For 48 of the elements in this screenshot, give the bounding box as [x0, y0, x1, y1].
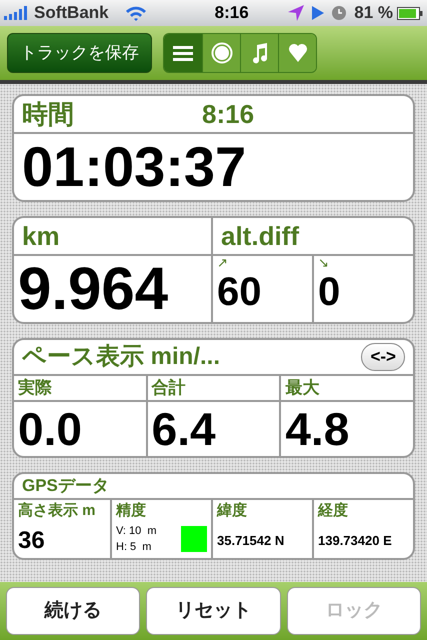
- vertical-accuracy: V: 10 m: [116, 524, 158, 538]
- record-icon: [210, 42, 232, 64]
- pace-label: 合計: [152, 377, 186, 400]
- gps-title: GPSデータ: [22, 475, 109, 498]
- latitude-value: 35.71542 N: [217, 532, 286, 550]
- segment-tab[interactable]: [278, 34, 316, 72]
- elapsed-time: 01:03:37: [21, 134, 248, 200]
- descent-arrow: ↘: [318, 256, 330, 270]
- music-note-icon: [250, 42, 268, 64]
- time-label: 時間: [22, 98, 75, 130]
- segment-tab[interactable]: [240, 34, 278, 72]
- battery-icon: [397, 6, 423, 20]
- pace-title: ペース表示 min/...: [22, 342, 222, 372]
- segment-tab[interactable]: [202, 34, 240, 72]
- latitude-label: 緯度: [217, 501, 248, 521]
- pace-value: 0.0: [17, 402, 83, 456]
- distance-label: km: [22, 220, 60, 252]
- signal-icon: [4, 6, 30, 20]
- carrier-label: SoftBank: [34, 2, 109, 24]
- swap-units-button[interactable]: <->: [361, 343, 405, 371]
- action-button[interactable]: 続ける: [6, 587, 140, 635]
- accuracy-label: 精度: [116, 501, 147, 521]
- altitude-label: 高さ表示 m: [18, 501, 97, 521]
- pace-value: 4.8: [284, 402, 350, 456]
- descent-value: 0: [318, 270, 342, 314]
- pace-value: 6.4: [150, 402, 217, 456]
- location-arrow-icon: [288, 5, 304, 21]
- ascent-arrow: ↗: [217, 256, 229, 270]
- clock-label: 8:16: [214, 2, 249, 24]
- ascent-value: 60: [217, 270, 262, 314]
- longitude-value: 139.73420 E: [318, 532, 393, 550]
- heart-icon: [288, 43, 308, 63]
- pace-label: 最大: [285, 377, 320, 400]
- clock-time: 8:16: [202, 98, 254, 130]
- alt-diff-label: alt.diff: [221, 220, 299, 252]
- altitude-value: 36: [18, 526, 46, 556]
- clock-icon: [332, 6, 346, 20]
- pace-label: 実際: [18, 377, 52, 400]
- menu-icon: [173, 45, 193, 61]
- horizontal-accuracy: H: 5 m: [116, 540, 152, 554]
- battery-percent: 81 %: [354, 2, 393, 24]
- segment-tab[interactable]: [164, 34, 202, 72]
- wifi-icon: [124, 5, 147, 21]
- play-icon: [312, 6, 324, 20]
- save-track-button[interactable]: トラックを保存: [7, 33, 152, 73]
- longitude-label: 経度: [318, 501, 349, 521]
- distance-value: 9.964: [17, 256, 170, 322]
- action-button[interactable]: リセット: [146, 587, 281, 635]
